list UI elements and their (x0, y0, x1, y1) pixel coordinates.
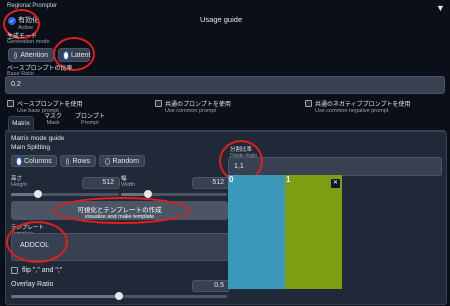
overlay-slider-fill (11, 295, 119, 298)
use-base-prompt-jp: ベースプロンプトを使用 (17, 102, 83, 108)
overlay-ratio-slider[interactable] (11, 292, 227, 300)
width-en: Width (121, 182, 136, 188)
flip-option[interactable]: flip "," and ";" (11, 267, 62, 274)
attention-radio-icon (14, 51, 18, 59)
use-common-negative-checkbox[interactable] (305, 100, 312, 107)
tab-matrix[interactable]: Matrix (8, 116, 34, 132)
height-slider[interactable] (11, 190, 119, 198)
width-input[interactable]: 512 (192, 177, 230, 189)
columns-label: Columns (24, 157, 52, 165)
divide-ratio-jp: 分割比率 (230, 147, 253, 153)
region-0-label: 0 (229, 175, 234, 184)
width-value: 512 (212, 179, 224, 186)
overlay-ratio-label: Overlay Ratio (11, 281, 54, 288)
overlay-ratio-value: 0.5 (214, 282, 224, 289)
columns-radio-icon (17, 157, 21, 165)
height-jp: 高さ (11, 176, 23, 182)
attention-label: Attention (20, 51, 48, 59)
width-slider-thumb[interactable] (143, 190, 152, 198)
width-jp: 幅 (121, 176, 127, 182)
tab-mask[interactable]: マスク Mask (44, 114, 62, 126)
split-option-columns[interactable]: Columns (11, 155, 57, 167)
usage-guide-title: Usage guide (200, 15, 243, 24)
region-1: 1 (285, 175, 342, 289)
random-radio-icon (105, 157, 110, 165)
main-splitting-label: Main Splitting (11, 144, 51, 151)
overlay-ratio-input[interactable]: 0.5 (192, 280, 230, 292)
height-input[interactable]: 512 (82, 177, 120, 189)
height-en: Height (11, 182, 27, 188)
visualize-button[interactable]: 可視化とテンプレートの作成 visualize and make templat… (11, 201, 228, 220)
base-ratio-label: ベースプロンプトの比率 Base Ratio (7, 63, 73, 77)
mode-option-attention[interactable]: Attention (8, 48, 54, 62)
latent-radio-icon (64, 51, 68, 59)
template-jp: テンプレート (11, 225, 44, 231)
height-label: 高さ Height (11, 174, 27, 188)
visualize-button-jp: 可視化とテンプレートの作成 (77, 207, 162, 214)
active-label-jp: 有効化 (18, 17, 39, 24)
divide-ratio-input[interactable]: 1,1 (228, 157, 442, 176)
template-value: ADDCOL (20, 242, 50, 249)
tab-bar (5, 116, 445, 131)
mode-option-latent[interactable]: Latent (58, 48, 90, 62)
rows-radio-icon (66, 157, 70, 165)
split-option-random[interactable]: Random (99, 155, 145, 167)
base-ratio-input[interactable]: 0.2 (5, 76, 445, 94)
region-0: 0 (228, 175, 285, 289)
use-common-negative-prompt[interactable]: 共通のネガティブプロンプトを使用 Use common negative prom… (305, 99, 410, 114)
active-checkbox[interactable]: ✓ (8, 17, 16, 25)
tab-mask-en: Mask (46, 120, 60, 126)
generation-mode-label-en: Generation mode (7, 39, 50, 45)
tab-prompt[interactable]: プロンプト Prompt (75, 114, 105, 126)
use-common-prompt-checkbox[interactable] (155, 100, 162, 107)
tab-matrix-label: Matrix (12, 120, 30, 127)
generation-mode-label: 生成モード Generation mode (7, 31, 50, 45)
use-common-prompt-jp: 共通のプロンプトを使用 (165, 102, 231, 108)
latent-label: Latent (71, 51, 91, 59)
width-slider[interactable] (121, 190, 227, 198)
panel-title: Regional Prompter (7, 3, 58, 9)
use-base-prompt[interactable]: ベースプロンプトを使用 Use base prompt (7, 99, 83, 114)
use-common-prompt-en: Use common prompt (165, 108, 217, 114)
region-preview: 0 1 ✕ (228, 175, 342, 289)
collapse-icon[interactable]: ▼ (436, 3, 445, 13)
use-common-prompt[interactable]: 共通のプロンプトを使用 Use common prompt (155, 99, 231, 114)
matrix-guide-title: Matrix mode guide (11, 135, 65, 142)
divide-ratio-value: 1,1 (234, 163, 244, 170)
width-label: 幅 Width (121, 174, 135, 188)
active-label: 有効化 Active (18, 15, 39, 31)
rows-label: Rows (72, 157, 90, 165)
visualize-button-en: visualize and make template (84, 214, 155, 220)
tab-prompt-en: Prompt (81, 120, 99, 126)
height-value: 512 (102, 179, 114, 186)
use-common-negative-en: Use common negative prompt (315, 108, 389, 114)
flip-checkbox[interactable] (11, 267, 18, 274)
random-label: Random (112, 157, 139, 165)
template-input[interactable]: ADDCOL (11, 233, 229, 261)
split-option-rows[interactable]: Rows (60, 155, 96, 167)
flip-label: flip "," and ";" (22, 267, 63, 274)
height-slider-thumb[interactable] (34, 190, 42, 198)
overlay-slider-thumb[interactable] (115, 292, 123, 300)
region-1-label: 1 (286, 175, 291, 184)
preview-close-icon[interactable]: ✕ (331, 179, 340, 188)
base-ratio-value: 0.2 (11, 81, 21, 88)
use-base-prompt-checkbox[interactable] (7, 100, 14, 107)
use-common-negative-jp: 共通のネガティブプロンプトを使用 (315, 102, 411, 108)
